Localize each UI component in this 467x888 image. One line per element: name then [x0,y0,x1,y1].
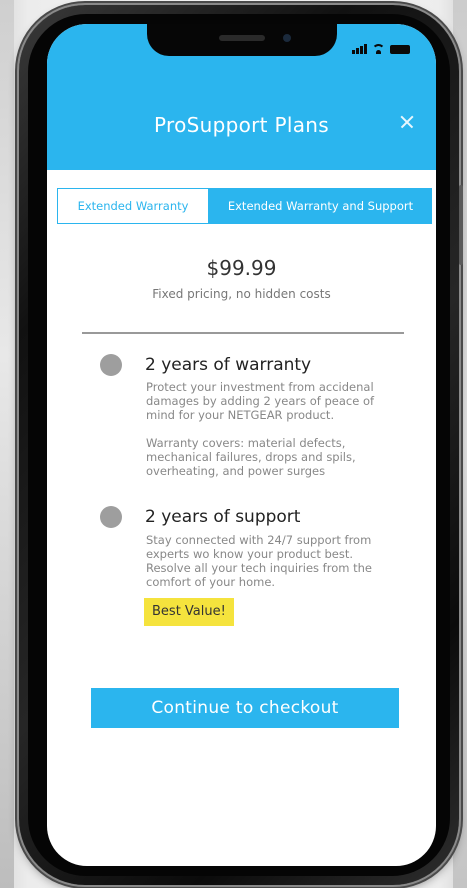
wifi-icon [372,44,385,54]
page-title: ProSupport Plans [154,113,329,137]
front-camera [283,34,291,42]
plan-tabs: Extended Warranty Extended Warranty and … [57,188,432,224]
price-subtitle: Fixed pricing, no hidden costs [152,287,331,301]
status-bar-icons [352,42,410,54]
plan-price: $99.99 [206,256,277,280]
tab-extended-warranty[interactable]: Extended Warranty [57,188,209,224]
speaker-grille [219,35,265,41]
feature-description-warranty: Protect your investment from accidenal d… [146,380,375,422]
bullet-icon [100,354,122,376]
notch [147,24,337,56]
close-icon[interactable] [395,110,419,134]
tab-extended-warranty-and-support[interactable]: Extended Warranty and Support [209,188,432,224]
app-screen: ProSupport Plans Extended Warranty Exten… [47,24,436,866]
bullet-icon [100,506,122,528]
feature-title-warranty: 2 years of warranty [145,355,312,375]
battery-icon [390,45,410,54]
feature-description-support: Stay connected with 24/7 support from ex… [146,533,372,589]
feature-title-support: 2 years of support [145,507,301,527]
side-button [459,185,463,265]
divider [82,332,404,334]
app-header: ProSupport Plans [47,24,436,170]
best-value-badge: Best Value! [144,598,234,626]
signal-icon [352,44,367,54]
feature-coverage-warranty: Warranty covers: material defects, mecha… [146,436,356,478]
continue-to-checkout-button[interactable]: Continue to checkout [91,688,399,728]
background-left [0,0,14,888]
